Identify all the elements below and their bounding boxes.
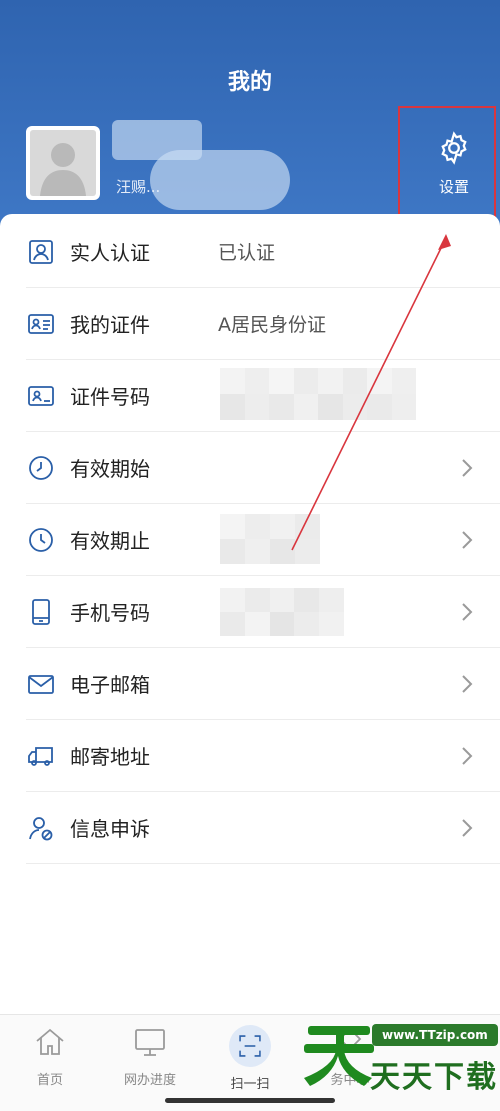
chevron-right-icon — [460, 818, 474, 838]
avatar-placeholder-icon — [30, 130, 96, 196]
home-icon — [33, 1025, 67, 1063]
menu-item-my-certificate[interactable]: 我的证件 A居民身份证 — [26, 288, 500, 360]
settings-label: 设置 — [438, 178, 469, 196]
blurred-valid-to — [220, 514, 320, 564]
mail-icon — [26, 669, 56, 699]
menu-item-phone[interactable]: 手机号码 — [26, 576, 500, 648]
watermark-text: 天天下载 — [370, 1060, 498, 1095]
watermark-logo: www.TTzip.com 天天下载 — [300, 1016, 500, 1095]
chevron-right-icon — [460, 530, 474, 550]
chevron-right-icon — [460, 602, 474, 622]
truck-icon — [26, 741, 56, 771]
page-title: 我的 — [227, 70, 272, 95]
monitor-icon — [133, 1025, 167, 1063]
menu-item-label: 电子邮箱 — [70, 673, 150, 697]
tab-label: 首页 — [36, 1073, 63, 1088]
chevron-right-icon — [460, 458, 474, 478]
blurred-name-extension — [150, 150, 290, 210]
id-card-icon — [26, 309, 56, 339]
id-portrait-icon — [26, 237, 56, 267]
watermark-tian-glyph-icon — [304, 1026, 374, 1086]
blurred-certificate-number — [220, 368, 416, 420]
menu-item-label: 手机号码 — [70, 601, 150, 625]
settings-button[interactable]: 设置 — [418, 130, 490, 202]
menu-item-valid-from[interactable]: 有效期始 — [26, 432, 500, 504]
menu-item-valid-to[interactable]: 有效期止 — [26, 504, 500, 576]
menu-item-real-name-auth[interactable]: 实人认证 已认证 — [26, 216, 500, 288]
profile-header: 我的 汪赐... 设置 — [0, 0, 500, 235]
menu-item-email[interactable]: 电子邮箱 — [26, 648, 500, 720]
menu-item-label: 实人认证 — [70, 241, 150, 265]
menu-item-info-appeal[interactable]: 信息申诉 — [26, 792, 500, 864]
menu-item-label: 邮寄地址 — [70, 745, 150, 769]
scan-icon — [229, 1025, 271, 1067]
gear-icon — [436, 130, 472, 170]
menu-item-value: 已认证 — [218, 242, 276, 264]
watermark-url: www.TTzip.com — [372, 1024, 498, 1046]
menu-item-certificate-number[interactable]: 证件号码 — [26, 360, 500, 432]
tab-label: 网办进度 — [123, 1073, 176, 1088]
phone-icon — [26, 597, 56, 627]
tab-progress[interactable]: 网办进度 — [105, 1025, 195, 1088]
blurred-phone — [220, 588, 344, 636]
tab-label: 扫一扫 — [230, 1077, 270, 1092]
chevron-right-icon — [460, 746, 474, 766]
tab-home[interactable]: 首页 — [5, 1025, 95, 1088]
home-indicator — [165, 1098, 335, 1103]
menu-item-label: 信息申诉 — [70, 817, 150, 841]
user-name: 汪赐... — [116, 178, 161, 196]
menu-item-mailing-address[interactable]: 邮寄地址 — [26, 720, 500, 792]
menu-item-label: 有效期止 — [70, 529, 150, 553]
clock-start-icon — [26, 453, 56, 483]
tab-scan[interactable]: 扫一扫 — [205, 1025, 295, 1092]
menu-item-value: A居民身份证 — [218, 314, 326, 336]
avatar[interactable] — [26, 126, 100, 200]
clock-end-icon — [26, 525, 56, 555]
menu-item-label: 我的证件 — [70, 313, 150, 337]
menu-item-label: 证件号码 — [70, 385, 150, 409]
menu-item-label: 有效期始 — [70, 457, 150, 481]
chevron-right-icon — [460, 674, 474, 694]
user-appeal-icon — [26, 813, 56, 843]
id-number-icon — [26, 381, 56, 411]
